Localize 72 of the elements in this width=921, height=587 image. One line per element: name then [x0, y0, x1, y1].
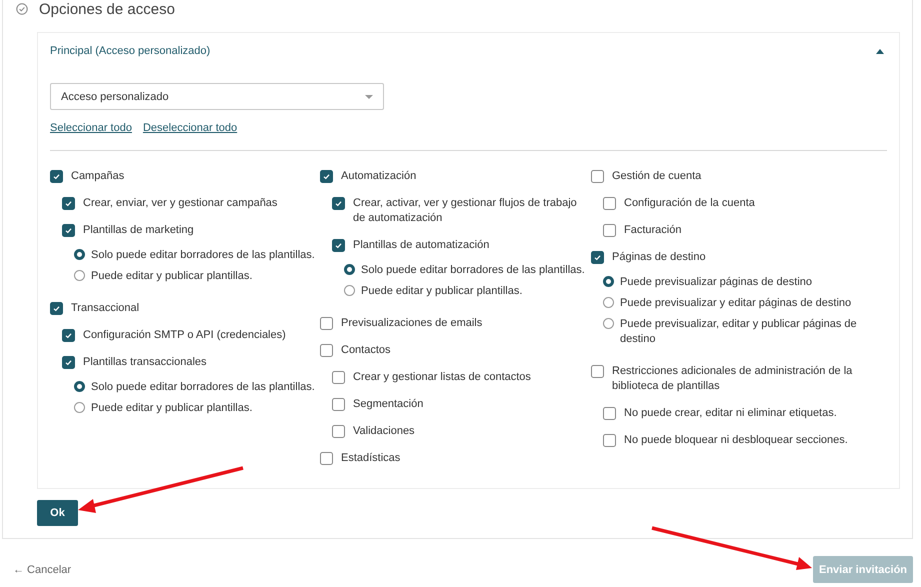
- checkbox[interactable]: [332, 239, 345, 252]
- option-label: Previsualizaciones de emails: [341, 316, 482, 331]
- option-label: Solo puede editar borradores de las plantillas.: [361, 263, 585, 278]
- checkbox[interactable]: [320, 170, 333, 183]
- option-label: Segmentación: [353, 397, 424, 412]
- checkbox[interactable]: [591, 365, 604, 378]
- option-label: Estadísticas: [341, 451, 400, 466]
- option-label: No puede crear, editar ni eliminar etiquetas.: [624, 406, 837, 421]
- checkbox[interactable]: [603, 434, 616, 447]
- option-label: Solo puede editar borradores de las plantillas.: [91, 248, 315, 263]
- checkbox[interactable]: [62, 224, 75, 237]
- option-label: Páginas de destino: [612, 250, 706, 265]
- cancel-link[interactable]: ← Cancelar: [13, 564, 72, 576]
- checkbox[interactable]: [62, 329, 75, 342]
- checkbox[interactable]: [332, 398, 345, 411]
- checkbox[interactable]: [332, 371, 345, 384]
- checkbox[interactable]: [320, 317, 333, 330]
- radio-button[interactable]: [603, 318, 614, 329]
- radio-button[interactable]: [603, 297, 614, 308]
- radio-button[interactable]: [74, 381, 85, 392]
- section-title: Opciones de acceso: [39, 0, 175, 18]
- checkbox[interactable]: [603, 407, 616, 420]
- select-link[interactable]: Seleccionar todo: [50, 122, 132, 134]
- checkbox[interactable]: [320, 344, 333, 357]
- radio-button[interactable]: [344, 264, 355, 275]
- option-label: Puede previsualizar páginas de destino: [620, 275, 812, 290]
- checkbox[interactable]: [50, 302, 63, 315]
- option-label: Crear, enviar, ver y gestionar campañas: [83, 196, 278, 211]
- checkbox[interactable]: [62, 356, 75, 369]
- checkbox[interactable]: [50, 170, 63, 183]
- option-label: Puede previsualizar, editar y publicar páginas de destino: [620, 317, 858, 347]
- radio-button[interactable]: [344, 285, 355, 296]
- option-label: Restricciones adicionales de administración de la biblioteca de plantillas: [612, 364, 854, 394]
- option-label: Puede editar y publicar plantillas.: [91, 401, 252, 416]
- radio-button[interactable]: [74, 402, 85, 413]
- checkbox[interactable]: [332, 197, 345, 210]
- option-label: Automatización: [341, 169, 416, 184]
- option-label: No puede bloquear ni desbloquear secciones.: [624, 433, 848, 448]
- checkbox[interactable]: [62, 197, 75, 210]
- select-link[interactable]: Deseleccionar todo: [142, 122, 238, 134]
- option-label: Transaccional: [71, 301, 140, 316]
- option-label: Gestión de cuenta: [612, 169, 702, 184]
- radio-button[interactable]: [74, 249, 85, 260]
- checkbox[interactable]: [332, 425, 345, 438]
- radio-button[interactable]: [603, 276, 614, 287]
- checkbox[interactable]: [603, 224, 616, 237]
- option-label: Configuración de la cuenta: [624, 196, 755, 211]
- dropdown-caret-icon: [365, 94, 373, 98]
- checkbox[interactable]: [603, 197, 616, 210]
- collapse-caret-icon[interactable]: [876, 48, 884, 54]
- radio-button[interactable]: [74, 270, 85, 281]
- option-label: Crear, activar, ver y gestionar flujos de trabajo de automatización: [353, 196, 578, 226]
- option-label: Contactos: [341, 343, 391, 358]
- option-label: Puede editar y publicar plantillas.: [91, 269, 252, 284]
- access-select[interactable]: Acceso personalizado: [50, 83, 384, 110]
- option-label: Crear y gestionar listas de contactos: [353, 370, 531, 385]
- checkbox[interactable]: [320, 452, 333, 465]
- option-label: Plantillas de automatización: [353, 238, 490, 253]
- panel-title: Principal (Acceso personalizado): [50, 45, 210, 57]
- option-label: Configuración SMTP o API (credenciales): [83, 328, 286, 343]
- checkbox[interactable]: [591, 251, 604, 264]
- option-label: Solo puede editar borradores de las plantillas.: [91, 380, 315, 395]
- option-label: Plantillas transaccionales: [83, 355, 207, 370]
- option-label: Validaciones: [353, 424, 415, 439]
- ok-button[interactable]: Ok: [37, 500, 78, 526]
- option-label: Facturación: [624, 223, 682, 238]
- option-label: Plantillas de marketing: [83, 223, 194, 238]
- option-label: Puede previsualizar y editar páginas de destino: [620, 296, 852, 311]
- check-circle-icon: [16, 3, 28, 15]
- option-label: Campañas: [71, 169, 124, 184]
- option-label: Puede editar y publicar plantillas.: [361, 284, 522, 299]
- checkbox[interactable]: [591, 170, 604, 183]
